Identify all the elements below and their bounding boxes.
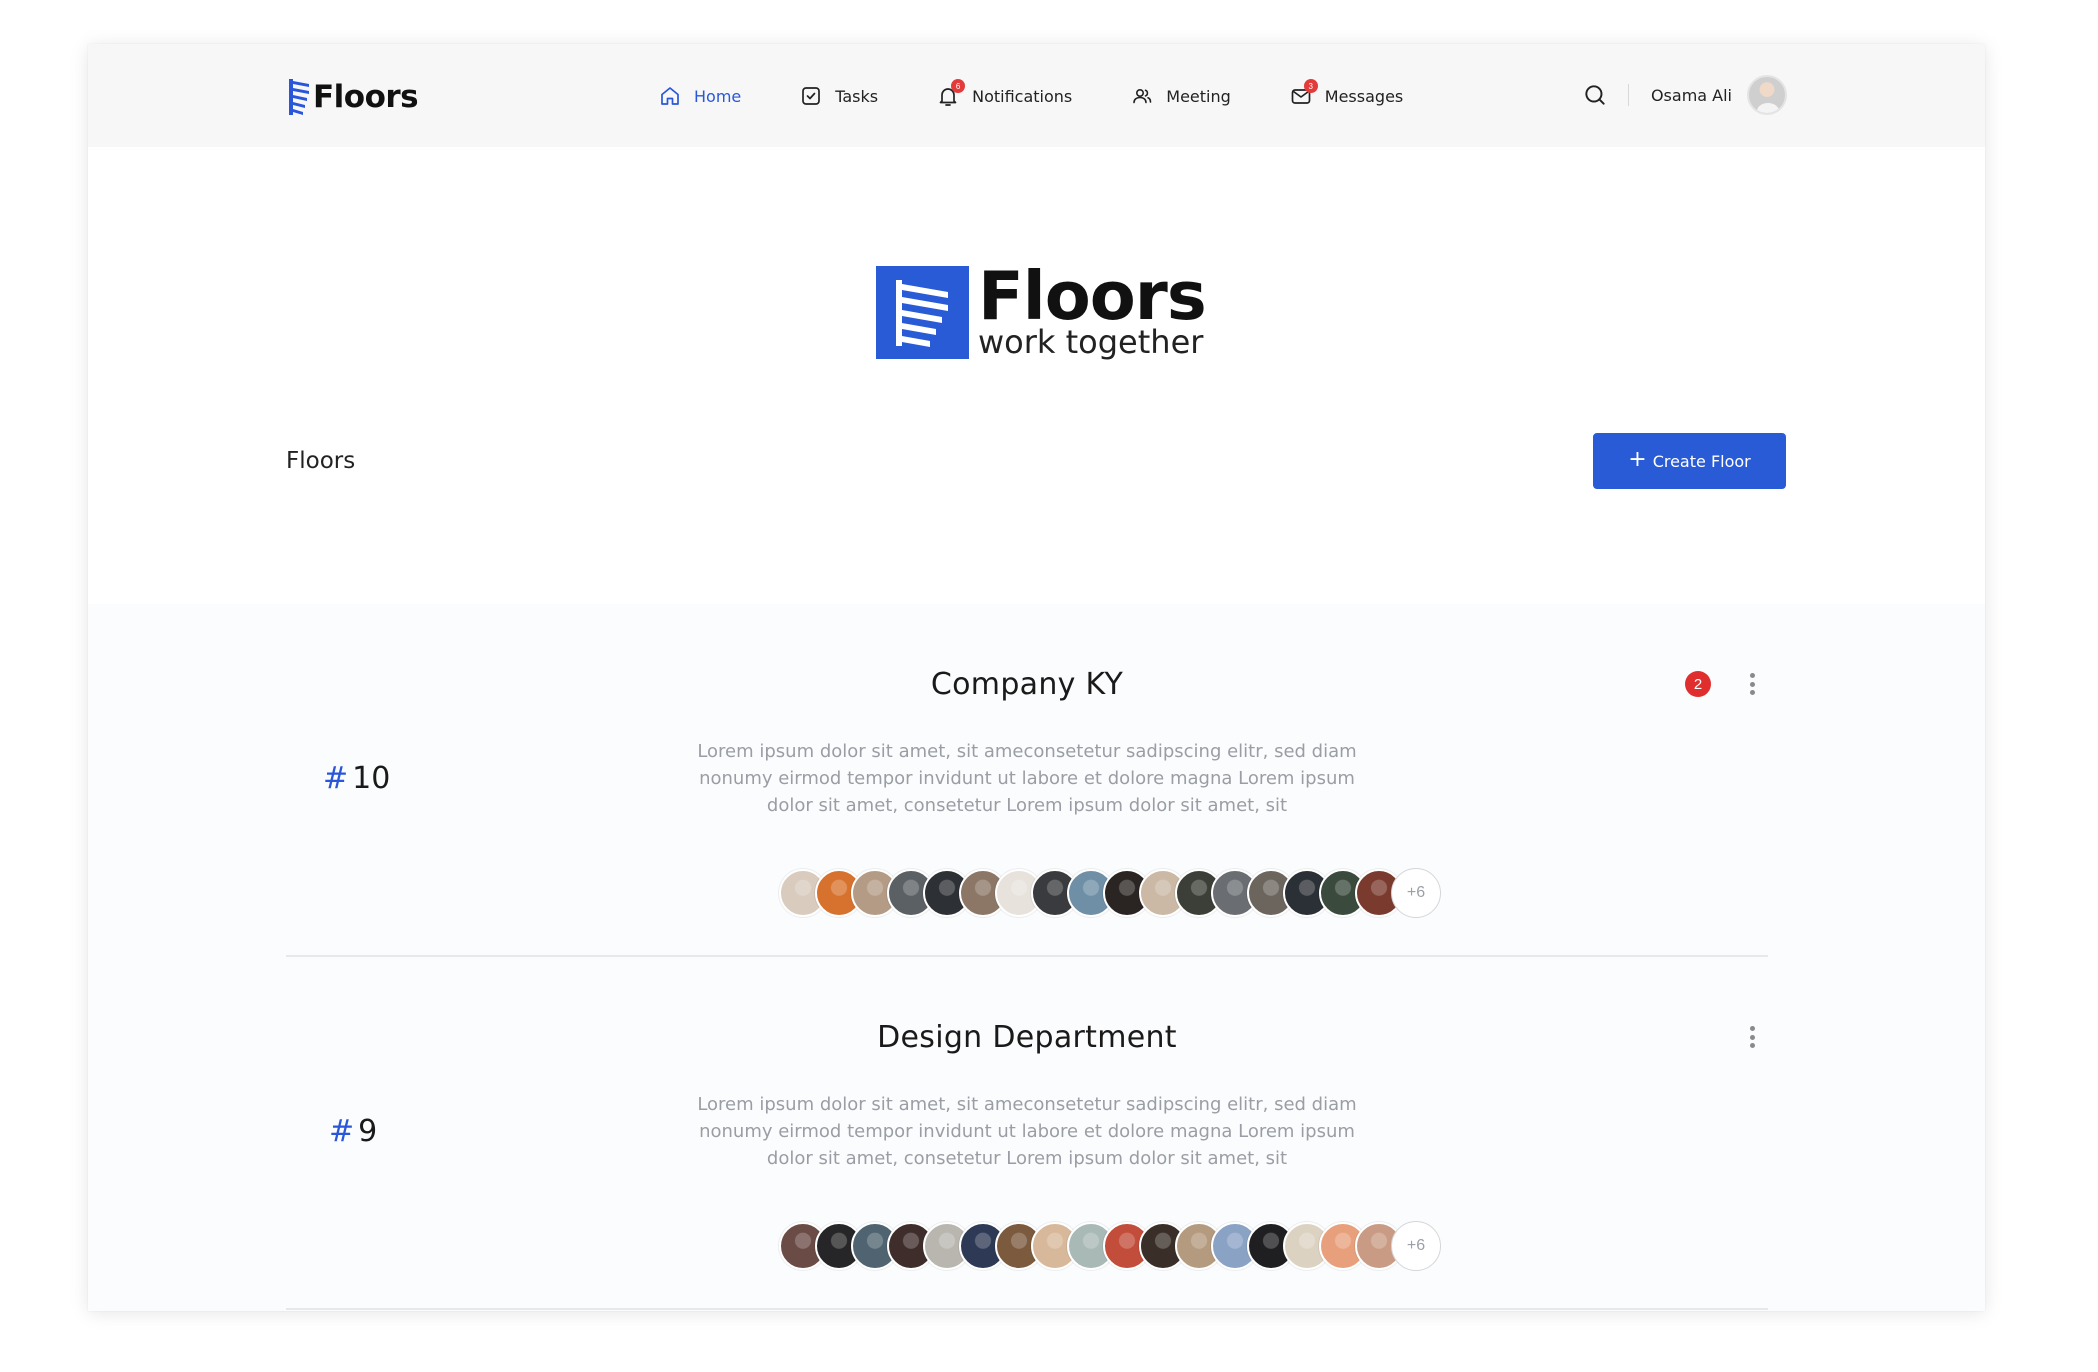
nav-tasks-label: Tasks <box>835 86 879 106</box>
section-title: Floors <box>286 448 356 474</box>
mail-icon: 3 <box>1289 79 1318 108</box>
nav-meeting[interactable]: Meeting <box>1130 84 1231 108</box>
hero-text: Floors work together <box>978 257 1207 361</box>
more-members[interactable]: +6 <box>1391 1221 1441 1271</box>
floor-number: # 10 <box>323 761 390 796</box>
nav-notifications[interactable]: 6 Notifications <box>936 79 1073 108</box>
bell-icon: 6 <box>936 79 966 108</box>
hero-title: Floors <box>978 257 1207 335</box>
create-floor-button[interactable]: + Create Floor <box>1593 433 1786 489</box>
member-avatars[interactable]: +6 <box>779 1221 1441 1271</box>
floor-description: Lorem ipsum dolor sit amet, sit ameconse… <box>697 741 1357 816</box>
home-icon <box>658 84 682 108</box>
brand-name: Floors <box>313 79 419 115</box>
floor-description: Lorem ipsum dolor sit amet, sit ameconse… <box>697 1094 1357 1169</box>
nav-divider <box>1627 84 1629 106</box>
main-nav: Home Tasks 6 Notifications Meeting 3 Mes… <box>658 74 1461 118</box>
messages-badge: 3 <box>1303 79 1318 93</box>
nav-messages-label: Messages <box>1324 86 1404 106</box>
hash-icon: # <box>329 1114 355 1149</box>
top-navbar: Floors Home Tasks 6 Notifications Meetin… <box>88 44 1985 147</box>
nav-tasks[interactable]: Tasks <box>799 84 878 108</box>
nav-messages[interactable]: 3 Messages <box>1289 79 1404 108</box>
floor-title[interactable]: Design Department <box>286 1020 1768 1055</box>
users-icon <box>1130 84 1154 108</box>
user-area: Osama Ali <box>1582 72 1787 118</box>
more-options-icon[interactable] <box>1742 669 1762 699</box>
floor-card[interactable]: # 10 Company KY 2 Lorem ipsum dolor sit … <box>286 604 1768 957</box>
floors-mark-icon <box>876 266 969 359</box>
more-members[interactable]: +6 <box>1391 868 1441 918</box>
floor-card[interactable]: # 9 Design Department Lorem ipsum dolor … <box>286 957 1768 1310</box>
tasks-icon <box>799 84 823 108</box>
member-avatars[interactable]: +6 <box>779 868 1441 918</box>
floors-logo-icon <box>289 79 309 115</box>
floor-number-value: 9 <box>358 1114 378 1149</box>
more-options-icon[interactable] <box>1742 1022 1762 1052</box>
user-avatar[interactable] <box>1747 75 1787 115</box>
brand-logo[interactable]: Floors <box>287 77 419 117</box>
nav-notifications-label: Notifications <box>972 86 1073 106</box>
floor-title[interactable]: Company KY <box>286 667 1768 702</box>
nav-meeting-label: Meeting <box>1166 86 1231 106</box>
hero-logo: Floors work together <box>876 260 1207 359</box>
hash-icon: # <box>323 761 349 796</box>
unread-badge: 2 <box>1685 671 1711 697</box>
create-floor-label: Create Floor <box>1652 451 1751 471</box>
plus-icon: + <box>1628 447 1647 472</box>
hero-subtitle: work together <box>978 323 1204 361</box>
app-window: Floors Home Tasks 6 Notifications Meetin… <box>88 44 1985 1311</box>
notifications-badge: 6 <box>951 79 966 93</box>
nav-home-label: Home <box>694 86 742 106</box>
search-icon[interactable] <box>1582 82 1608 108</box>
floor-number: # 9 <box>329 1114 377 1149</box>
user-name[interactable]: Osama Ali <box>1651 86 1732 105</box>
floor-number-value: 10 <box>352 761 391 796</box>
nav-home[interactable]: Home <box>658 84 741 108</box>
floor-list: # 10 Company KY 2 Lorem ipsum dolor sit … <box>88 604 1985 1311</box>
